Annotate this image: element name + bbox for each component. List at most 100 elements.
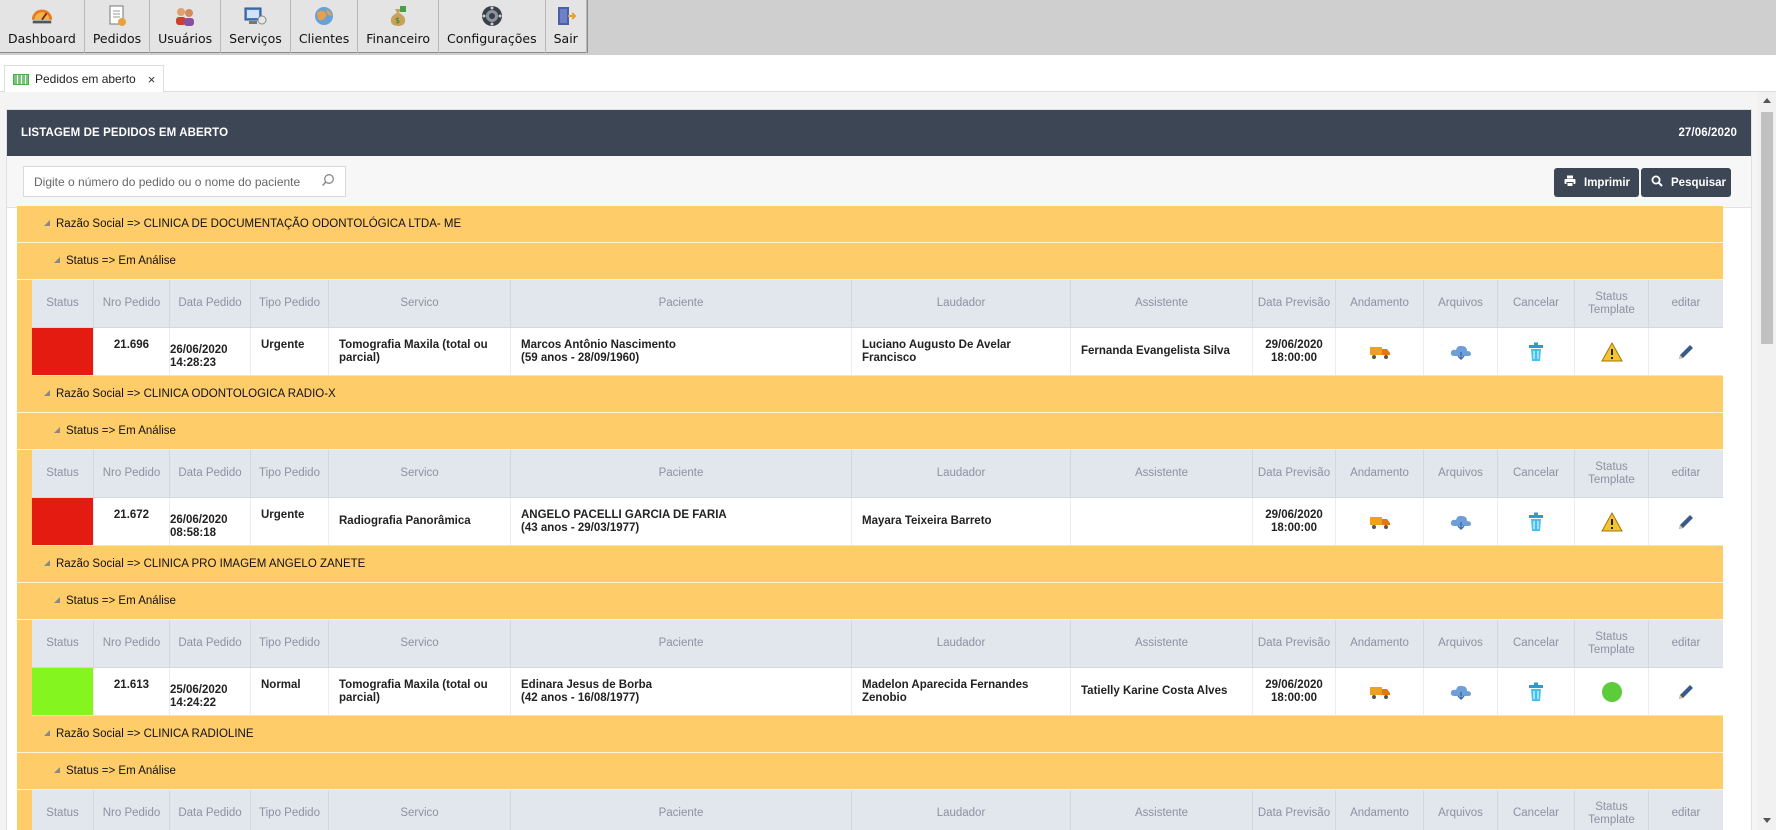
- col-laudador[interactable]: Laudador: [852, 620, 1071, 667]
- col-tipo-pedido[interactable]: Tipo Pedido: [251, 280, 329, 327]
- pencil-icon[interactable]: [1676, 512, 1696, 532]
- group-status[interactable]: Status => Em Análise: [17, 583, 1723, 620]
- warning-icon[interactable]: [1600, 341, 1623, 362]
- col-data-pedido[interactable]: Data Pedido: [170, 790, 251, 830]
- col-servico[interactable]: Servico: [329, 280, 511, 327]
- trash-icon[interactable]: [1528, 682, 1544, 702]
- col-status-template[interactable]: Status Template: [1575, 450, 1649, 497]
- group-status[interactable]: Status => Em Análise: [17, 753, 1723, 790]
- group-status[interactable]: Status => Em Análise: [17, 243, 1723, 280]
- truck-icon[interactable]: [1369, 684, 1391, 700]
- col-data-pedido[interactable]: Data Pedido: [170, 450, 251, 497]
- col-assistente[interactable]: Assistente: [1071, 450, 1253, 497]
- col-data-previsao[interactable]: Data Previsão: [1253, 280, 1336, 327]
- col-status-template[interactable]: Status Template: [1575, 790, 1649, 830]
- scroll-thumb[interactable]: [1761, 112, 1773, 344]
- cloud-download-icon[interactable]: [1449, 683, 1473, 701]
- col-arquivos[interactable]: Arquivos: [1424, 450, 1498, 497]
- col-editar[interactable]: editar: [1649, 790, 1723, 830]
- col-andamento[interactable]: Andamento: [1336, 280, 1424, 327]
- truck-icon[interactable]: [1369, 344, 1391, 360]
- col-status-template[interactable]: Status Template: [1575, 280, 1649, 327]
- print-button[interactable]: Imprimir: [1554, 168, 1639, 197]
- col-paciente[interactable]: Paciente: [511, 280, 852, 327]
- col-laudador[interactable]: Laudador: [852, 450, 1071, 497]
- col-nro-pedido[interactable]: Nro Pedido: [94, 450, 170, 497]
- col-paciente[interactable]: Paciente: [511, 450, 852, 497]
- trash-icon[interactable]: [1528, 342, 1544, 362]
- close-icon[interactable]: ×: [148, 72, 156, 87]
- col-arquivos[interactable]: Arquivos: [1424, 620, 1498, 667]
- col-tipo-pedido[interactable]: Tipo Pedido: [251, 620, 329, 667]
- col-servico[interactable]: Servico: [329, 620, 511, 667]
- search-input[interactable]: [34, 174, 321, 189]
- col-data-previsao[interactable]: Data Previsão: [1253, 620, 1336, 667]
- collapse-triangle-icon[interactable]: [54, 257, 60, 263]
- truck-icon[interactable]: [1369, 514, 1391, 530]
- vertical-scrollbar[interactable]: [1758, 92, 1776, 830]
- menu-dashboard[interactable]: Dashboard: [0, 0, 85, 53]
- menu-configuracoes[interactable]: Configurações: [439, 0, 546, 53]
- col-assistente[interactable]: Assistente: [1071, 790, 1253, 830]
- col-data-previsao[interactable]: Data Previsão: [1253, 790, 1336, 830]
- collapse-triangle-icon[interactable]: [54, 597, 60, 603]
- col-cancelar[interactable]: Cancelar: [1498, 620, 1575, 667]
- table-row[interactable]: 21.696 26/06/2020 14:28:23 Urgente Tomogr…: [32, 328, 1723, 376]
- menu-clientes[interactable]: Clientes: [291, 0, 359, 53]
- group-razao-social[interactable]: Razão Social => CLINICA ODONTOLOGICA RAD…: [17, 376, 1723, 413]
- col-paciente[interactable]: Paciente: [511, 620, 852, 667]
- menu-servicos[interactable]: Serviços: [221, 0, 291, 53]
- col-status-template[interactable]: Status Template: [1575, 620, 1649, 667]
- col-status[interactable]: Status: [32, 450, 94, 497]
- menu-sair[interactable]: Sair: [546, 0, 587, 53]
- col-nro-pedido[interactable]: Nro Pedido: [94, 620, 170, 667]
- pencil-icon[interactable]: [1676, 682, 1696, 702]
- warning-icon[interactable]: [1600, 511, 1623, 532]
- col-assistente[interactable]: Assistente: [1071, 280, 1253, 327]
- col-cancelar[interactable]: Cancelar: [1498, 280, 1575, 327]
- col-andamento[interactable]: Andamento: [1336, 620, 1424, 667]
- search-button[interactable]: Pesquisar: [1641, 168, 1731, 197]
- col-assistente[interactable]: Assistente: [1071, 620, 1253, 667]
- col-nro-pedido[interactable]: Nro Pedido: [94, 280, 170, 327]
- group-razao-social[interactable]: Razão Social => CLINICA DE DOCUMENTAÇÃO …: [17, 206, 1723, 243]
- col-andamento[interactable]: Andamento: [1336, 790, 1424, 830]
- col-laudador[interactable]: Laudador: [852, 280, 1071, 327]
- search-icon[interactable]: [321, 173, 335, 190]
- col-editar[interactable]: editar: [1649, 280, 1723, 327]
- collapse-triangle-icon[interactable]: [54, 427, 60, 433]
- collapse-triangle-icon[interactable]: [44, 390, 50, 396]
- collapse-triangle-icon[interactable]: [44, 220, 50, 226]
- col-editar[interactable]: editar: [1649, 450, 1723, 497]
- collapse-triangle-icon[interactable]: [44, 560, 50, 566]
- col-data-previsao[interactable]: Data Previsão: [1253, 450, 1336, 497]
- col-nro-pedido[interactable]: Nro Pedido: [94, 790, 170, 830]
- menu-usuarios[interactable]: Usuários: [150, 0, 222, 53]
- col-andamento[interactable]: Andamento: [1336, 450, 1424, 497]
- collapse-triangle-icon[interactable]: [54, 767, 60, 773]
- col-status[interactable]: Status: [32, 280, 94, 327]
- group-razao-social[interactable]: Razão Social => CLINICA PRO IMAGEM ANGEL…: [17, 546, 1723, 583]
- col-tipo-pedido[interactable]: Tipo Pedido: [251, 790, 329, 830]
- col-servico[interactable]: Servico: [329, 790, 511, 830]
- tab-pedidos-em-aberto[interactable]: Pedidos em aberto ×: [4, 65, 165, 92]
- table-row[interactable]: 21.613 25/06/2020 14:24:22 Normal Tomogra…: [32, 668, 1723, 716]
- col-laudador[interactable]: Laudador: [852, 790, 1071, 830]
- col-data-pedido[interactable]: Data Pedido: [170, 620, 251, 667]
- col-paciente[interactable]: Paciente: [511, 790, 852, 830]
- pencil-icon[interactable]: [1676, 342, 1696, 362]
- col-arquivos[interactable]: Arquivos: [1424, 790, 1498, 830]
- table-row[interactable]: 21.672 26/06/2020 08:58:18 Urgente Radiog…: [32, 498, 1723, 546]
- cloud-download-icon[interactable]: [1449, 343, 1473, 361]
- col-data-pedido[interactable]: Data Pedido: [170, 280, 251, 327]
- group-status[interactable]: Status => Em Análise: [17, 413, 1723, 450]
- trash-icon[interactable]: [1528, 512, 1544, 532]
- col-editar[interactable]: editar: [1649, 620, 1723, 667]
- scroll-down-arrow-icon[interactable]: [1763, 818, 1771, 823]
- col-arquivos[interactable]: Arquivos: [1424, 280, 1498, 327]
- col-cancelar[interactable]: Cancelar: [1498, 450, 1575, 497]
- menu-pedidos[interactable]: Pedidos: [85, 0, 151, 53]
- scroll-up-arrow-icon[interactable]: [1763, 98, 1771, 103]
- group-razao-social[interactable]: Razão Social => CLINICA RADIOLINE: [17, 716, 1723, 753]
- green-circle-icon[interactable]: [1601, 681, 1623, 703]
